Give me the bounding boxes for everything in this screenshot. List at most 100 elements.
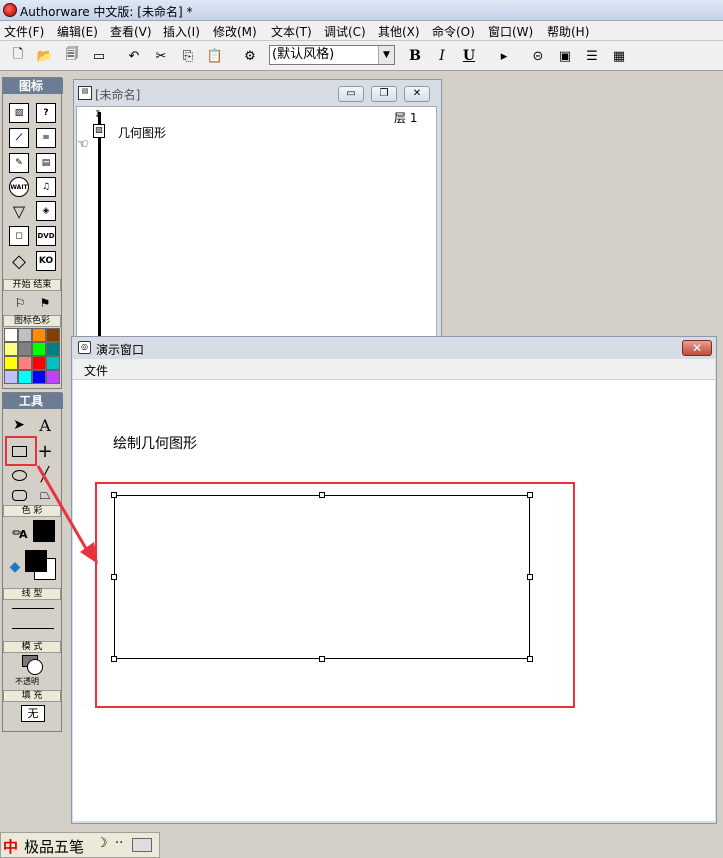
- color-swatch[interactable]: [18, 370, 32, 384]
- selection-handle[interactable]: [111, 492, 117, 498]
- restore-button[interactable]: ❐: [371, 86, 397, 102]
- ime-logo-icon[interactable]: 中: [3, 836, 21, 856]
- flow-icon-label[interactable]: 几何图形: [118, 124, 166, 141]
- import-icon[interactable]: ▭: [89, 46, 109, 66]
- window-title: Authorware 中文版: [未命名] *: [20, 5, 193, 19]
- start-end-label: 开始 结束: [3, 279, 61, 291]
- color-swatch[interactable]: [32, 328, 46, 342]
- underline-button[interactable]: U: [459, 46, 479, 66]
- drawn-rectangle[interactable]: [114, 495, 530, 659]
- knowledge-object-palette-icon[interactable]: KO: [36, 251, 56, 271]
- half-width-icon[interactable]: ☽: [96, 836, 108, 851]
- tools-palette-title: 工具: [3, 393, 63, 409]
- menu-edit[interactable]: 编辑(E): [57, 23, 98, 40]
- decision-icon[interactable]: ◇: [9, 251, 29, 272]
- color-swatch[interactable]: [32, 342, 46, 356]
- minimize-button[interactable]: ▭: [338, 86, 364, 102]
- menu-other[interactable]: 其他(X): [378, 23, 420, 40]
- oval-tool-icon[interactable]: [8, 464, 30, 486]
- menu-file[interactable]: 文件(F): [4, 23, 44, 40]
- selection-handle[interactable]: [527, 656, 533, 662]
- cross-line-tool-icon[interactable]: +: [34, 440, 56, 462]
- bold-button[interactable]: B: [405, 46, 425, 66]
- menu-modify[interactable]: 修改(M): [213, 23, 257, 40]
- selection-handle[interactable]: [527, 492, 533, 498]
- color-swatch[interactable]: [32, 370, 46, 384]
- menu-help[interactable]: 帮助(H): [547, 23, 589, 40]
- chevron-down-icon[interactable]: ▼: [378, 46, 394, 64]
- color-swatch[interactable]: [46, 328, 60, 342]
- color-swatch[interactable]: [18, 342, 32, 356]
- color-swatch[interactable]: [46, 342, 60, 356]
- canvas-text[interactable]: 绘制几何图形: [113, 433, 197, 453]
- color-swatch[interactable]: [4, 370, 18, 384]
- restart-icon[interactable]: ▸: [494, 46, 514, 66]
- find-icon[interactable]: ⚙: [240, 46, 260, 66]
- new-file-icon[interactable]: 🗋: [8, 46, 28, 66]
- color-swatch[interactable]: [18, 356, 32, 370]
- color-swatch[interactable]: [18, 328, 32, 342]
- paste-hand-icon: ☜: [77, 137, 89, 152]
- selection-handle[interactable]: [319, 656, 325, 662]
- mode-icon-front[interactable]: [27, 659, 43, 675]
- copy-icon[interactable]: ⎘: [178, 46, 198, 66]
- menu-view[interactable]: 查看(V): [110, 23, 152, 40]
- color-swatch[interactable]: [32, 356, 46, 370]
- menu-window[interactable]: 窗口(W): [488, 23, 533, 40]
- color-swatch[interactable]: [46, 356, 60, 370]
- control-panel-icon[interactable]: ⊝: [528, 46, 548, 66]
- selection-handle[interactable]: [527, 574, 533, 580]
- color-swatch[interactable]: [4, 328, 18, 342]
- rounded-rect-tool-icon[interactable]: [8, 484, 30, 506]
- erase-icon[interactable]: ✎: [9, 153, 29, 173]
- flowline: [98, 112, 101, 337]
- close-button[interactable]: ✕: [404, 86, 430, 102]
- knowledge-object-icon[interactable]: ▦: [609, 46, 629, 66]
- menu-debug[interactable]: 调试(C): [324, 23, 366, 40]
- wait-icon[interactable]: WAIT: [9, 177, 29, 197]
- end-flag-icon[interactable]: ⚑: [34, 292, 56, 314]
- pointer-tool-icon[interactable]: ➤: [8, 414, 30, 436]
- keyboard-icon[interactable]: [132, 838, 152, 852]
- close-icon[interactable]: ✕: [682, 340, 712, 356]
- color-swatch[interactable]: [4, 342, 18, 356]
- interaction-icon[interactable]: ?: [36, 103, 56, 123]
- italic-button[interactable]: I: [432, 46, 452, 66]
- calculation-icon[interactable]: =: [36, 128, 56, 148]
- menu-insert[interactable]: 插入(I): [163, 23, 200, 40]
- style-select[interactable]: (默认风格): [269, 45, 395, 65]
- text-tool-icon[interactable]: A: [34, 414, 56, 436]
- text-color-glyph: A: [19, 528, 28, 541]
- cut-icon[interactable]: ✂: [151, 46, 171, 66]
- presentation-menu-file[interactable]: 文件: [84, 362, 108, 379]
- ime-name[interactable]: 极品五笔: [24, 836, 84, 857]
- paste-icon[interactable]: 📋: [205, 46, 225, 66]
- motion-icon[interactable]: ⟋: [9, 128, 29, 148]
- dvd-icon[interactable]: DVD: [36, 226, 56, 246]
- undo-icon[interactable]: ↶: [124, 46, 144, 66]
- save-all-icon[interactable]: 🗐: [62, 46, 82, 66]
- framework-icon[interactable]: ◻: [9, 226, 29, 246]
- sound-icon[interactable]: ♫: [36, 177, 56, 197]
- navigate-icon[interactable]: ▽: [9, 201, 29, 221]
- menu-text[interactable]: 文本(T): [271, 23, 312, 40]
- selection-handle[interactable]: [111, 656, 117, 662]
- line-style-thin[interactable]: [12, 608, 54, 609]
- selection-handle[interactable]: [111, 574, 117, 580]
- color-swatch[interactable]: [4, 356, 18, 370]
- punctuation-icon[interactable]: ··: [115, 836, 123, 851]
- open-file-icon[interactable]: 📂: [35, 46, 55, 66]
- video-icon[interactable]: ◈: [36, 201, 56, 221]
- fill-value[interactable]: 无: [21, 705, 45, 722]
- variables-icon[interactable]: ☰: [582, 46, 602, 66]
- start-flag-icon[interactable]: ⚐: [9, 292, 31, 314]
- selection-handle[interactable]: [319, 492, 325, 498]
- display-icon[interactable]: ▨: [9, 103, 29, 123]
- line-style-arrow[interactable]: [12, 628, 54, 629]
- movie-icon[interactable]: ▤: [36, 153, 56, 173]
- display-icon[interactable]: ▨: [93, 124, 105, 138]
- menu-command[interactable]: 命令(O): [432, 23, 475, 40]
- color-swatch[interactable]: [46, 370, 60, 384]
- mode-value: 不透明: [15, 677, 39, 686]
- functions-icon[interactable]: ▣: [555, 46, 575, 66]
